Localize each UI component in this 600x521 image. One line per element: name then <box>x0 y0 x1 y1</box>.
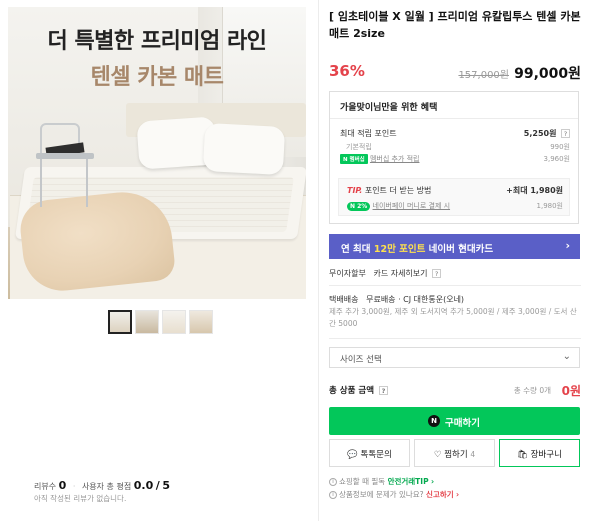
rating-value: 0.0 <box>133 479 154 492</box>
safe-trade-link[interactable]: 안전거래TIP <box>388 477 429 486</box>
tip-text: 포인트 더 받는 방법 <box>364 186 432 195</box>
safe-trade-notice: i 쇼핑할 때 필독 안전거래TIP › <box>329 476 434 487</box>
review-summary: 리뷰수 0 · 사용자 총 평점 0.0 / 5 <box>34 479 171 492</box>
basic-points-label: 기본적립 <box>346 143 372 151</box>
basic-points-row: 기본적립 990원 <box>340 142 570 152</box>
rating-label: 사용자 총 평점 <box>81 482 132 491</box>
npay-money-row: N 2% 네이버페이 머니로 결제 시 1,980원 <box>347 201 563 211</box>
benefit-heading: 가을맞이님만을 위한 혜택 <box>340 103 438 113</box>
total-quantity: 총 수량 0개 <box>513 386 551 395</box>
review-count-label: 리뷰수 <box>34 482 57 491</box>
tip-tag: TIP. <box>347 186 363 195</box>
sale-price: 99,000원 <box>514 66 581 82</box>
rating-max: 5 <box>162 479 171 492</box>
thumbnail-3[interactable] <box>162 310 186 334</box>
cart-icon: 🛍 <box>517 450 528 460</box>
npay-membership-badge: N 멤버십 <box>340 154 368 164</box>
buy-button[interactable]: N 구매하기 <box>329 407 580 435</box>
heart-icon: ♡ <box>433 450 442 460</box>
max-points-row: 최대 적립 포인트 5,250원 ? <box>340 128 570 139</box>
max-points-label: 최대 적립 포인트 <box>340 129 397 138</box>
size-select-placeholder: 사이즈 선택 <box>340 355 382 365</box>
membership-value: 3,960원 <box>543 155 570 163</box>
total-label: 총 상품 금액 <box>329 386 375 396</box>
membership-row: N 멤버십 멤버십 추가 적립 3,960원 <box>340 154 570 164</box>
npay-money-value: 1,980원 <box>536 202 563 210</box>
installment-row: 무이자할부 카드 자세히보기 ? <box>329 268 442 279</box>
thumbnail-strip <box>108 310 213 334</box>
price-row: 36% 157,000원 99,000원 <box>329 62 581 82</box>
talk-inquiry-button[interactable]: 💬 톡톡문의 <box>329 439 410 467</box>
chevron-right-icon: › <box>565 239 570 252</box>
original-price: 157,000원 <box>458 70 509 81</box>
wish-label: 찜하기 <box>444 450 468 460</box>
hero-subheadline: 텐셀 카본 매트 <box>90 65 224 90</box>
chat-icon: 💬 <box>347 450 358 460</box>
chair-decor <box>36 123 94 207</box>
buy-button-label: 구매하기 <box>445 418 480 429</box>
delivery-label: 택배배송 <box>329 295 359 304</box>
installment-label: 무이자할부 <box>329 269 366 278</box>
discount-rate: 36% <box>329 62 365 80</box>
report-notice: i 상품정보에 문제가 있나요? 신고하기 › <box>329 489 459 500</box>
thumbnail-2[interactable] <box>135 310 159 334</box>
report-link[interactable]: 신고하기 <box>426 490 454 499</box>
thumbnail-4[interactable] <box>189 310 213 334</box>
product-title: [ 임초테이블 X 일월 ] 프리미엄 유칼립투스 텐셀 카본 매트 2size <box>329 10 581 40</box>
review-empty-note: 아직 작성된 리뷰가 없습니다. <box>34 494 127 503</box>
column-divider <box>318 0 319 521</box>
card-promo-banner[interactable]: 연 최대 12만 포인트 네이버 현대카드 › <box>329 234 580 259</box>
tip-box: TIP. 포인트 더 받는 방법 +최대 1,980원 N 2% 네이버페이 머… <box>338 178 570 216</box>
hero-headline: 더 특별한 프리미엄 라인 <box>47 29 267 54</box>
help-icon[interactable]: ? <box>379 386 388 395</box>
size-select[interactable]: 사이즈 선택 ⌄ <box>329 347 580 368</box>
total-price-row: 총 상품 금액 ? 총 수량 0개 0원 <box>329 382 581 398</box>
help-icon[interactable]: ? <box>432 269 442 278</box>
chevron-down-icon: ⌄ <box>562 351 571 362</box>
delivery-value: 무료배송 · CJ 대한통운(오네) <box>366 295 465 304</box>
cart-label: 장바구니 <box>530 450 562 460</box>
basic-points-value: 990원 <box>550 143 570 151</box>
safe-trade-text: 쇼핑할 때 필독 <box>339 477 386 486</box>
max-points-value: 5,250원 <box>523 129 557 138</box>
npay-percent-badge: N 2% <box>347 201 371 211</box>
help-icon[interactable]: ? <box>561 129 570 138</box>
pillow-decor <box>202 122 286 176</box>
benefit-box: 가을맞이님만을 위한 혜택 최대 적립 포인트 5,250원 ? 기본적립 99… <box>329 91 579 224</box>
thumbnail-1[interactable] <box>108 310 132 334</box>
delivery-row: 택배배송 무료배송 · CJ 대한통운(오네) <box>329 294 464 305</box>
tip-row: TIP. 포인트 더 받는 방법 +최대 1,980원 <box>347 185 563 196</box>
membership-link[interactable]: 멤버십 추가 적립 <box>370 155 420 163</box>
talk-label: 톡톡문의 <box>360 450 392 460</box>
naver-pay-icon: N <box>428 415 440 427</box>
info-icon: i <box>329 478 337 486</box>
card-detail-link[interactable]: 카드 자세히보기 <box>373 269 427 278</box>
product-main-image[interactable]: 더 특별한 프리미엄 라인 텐셀 카본 매트 <box>8 7 306 299</box>
tip-value: +최대 1,980원 <box>506 186 563 195</box>
delivery-note: 제주 추가 3,000원, 제주 외 도서지역 추가 5,000원 / 제주 3… <box>329 307 577 328</box>
npay-money-link[interactable]: 네이버페이 머니로 결제 시 <box>373 202 451 210</box>
card-banner-highlight: 12만 포인트 <box>373 244 426 255</box>
wish-button[interactable]: ♡ 찜하기 4 <box>414 439 495 467</box>
wish-count: 4 <box>470 450 476 459</box>
report-text: 상품정보에 문제가 있나요? <box>339 490 424 499</box>
card-banner-suffix: 네이버 현대카드 <box>425 244 494 255</box>
review-count: 0 <box>58 479 67 492</box>
card-banner-prefix: 연 최대 <box>341 244 374 255</box>
cart-button[interactable]: 🛍 장바구니 <box>499 439 580 467</box>
total-amount: 0원 <box>561 384 581 398</box>
info-icon: i <box>329 491 337 499</box>
product-gallery: 더 특별한 프리미엄 라인 텐셀 카본 매트 리뷰수 0 · 사용자 총 평점 … <box>0 0 318 521</box>
